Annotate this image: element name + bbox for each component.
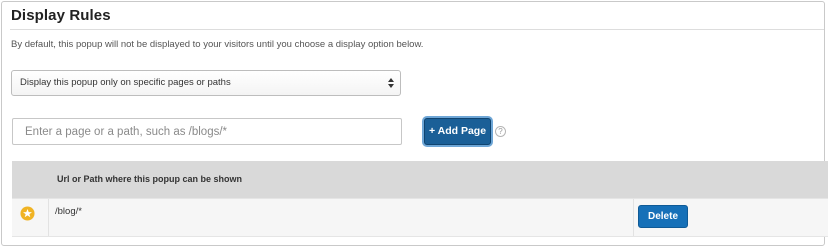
title-divider [10,29,824,30]
page-path-input[interactable] [12,118,402,145]
table-row: /blog/* Delete [12,198,828,237]
table-header: Url or Path where this popup can be show… [12,161,828,198]
display-rules-table: Url or Path where this popup can be show… [12,161,828,237]
cell-divider [48,199,49,236]
row-path-value: /blog/* [55,206,82,217]
cell-divider [633,199,634,236]
add-page-button[interactable]: + Add Page [424,118,491,145]
display-option-selected-value: Display this popup only on specific page… [20,77,231,88]
display-option-select[interactable]: Display this popup only on specific page… [11,70,401,96]
question-circle-icon[interactable]: ? [495,126,506,137]
url-column-header: Url or Path where this popup can be show… [57,174,243,184]
select-arrows-icon [388,78,394,88]
star-icon [20,206,35,221]
display-rules-panel: Display Rules By default, this popup wil… [1,1,828,246]
delete-button[interactable]: Delete [638,205,688,228]
section-description: By default, this popup will not be displ… [11,39,424,50]
section-title: Display Rules [11,7,111,24]
